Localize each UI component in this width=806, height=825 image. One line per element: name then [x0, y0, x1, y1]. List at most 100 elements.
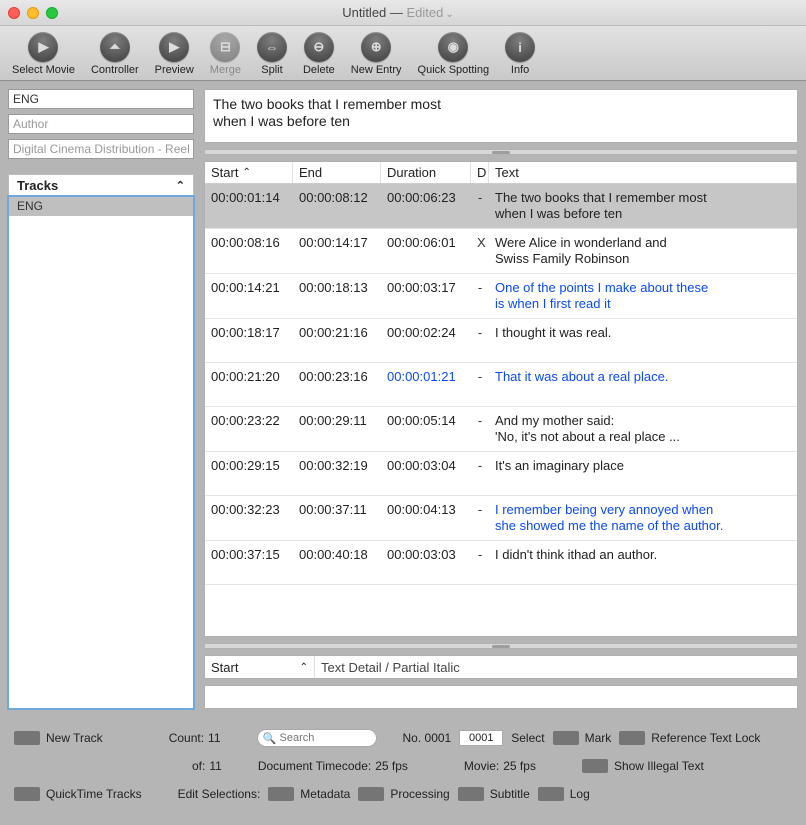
- delete-button[interactable]: ⊖Delete: [297, 32, 341, 76]
- col-end[interactable]: End: [293, 162, 381, 183]
- detail-start-col[interactable]: Start⌃: [205, 656, 315, 678]
- quicktime-tracks-button[interactable]: QuickTime Tracks: [14, 787, 142, 801]
- info-icon: i: [505, 32, 535, 62]
- new-entry-button[interactable]: ⊕New Entry: [345, 32, 408, 76]
- table-row[interactable]: 00:00:37:1500:00:40:1800:00:03:03-I didn…: [205, 541, 797, 585]
- cell-d: -: [471, 502, 489, 517]
- table-row[interactable]: 00:00:08:1600:00:14:1700:00:06:01XWere A…: [205, 229, 797, 274]
- resize-grip[interactable]: [204, 643, 798, 649]
- lock-icon: [619, 731, 645, 745]
- toolbar-label: Controller: [91, 64, 139, 76]
- tracks-list[interactable]: ENG: [8, 196, 194, 709]
- new-track-button[interactable]: New Track: [14, 731, 103, 745]
- split-button[interactable]: ⇔Split: [251, 32, 293, 76]
- minimize-icon[interactable]: [27, 7, 39, 19]
- window-controls: [8, 7, 58, 19]
- cell-end: 00:00:14:17: [293, 235, 381, 250]
- quick-spotting-button[interactable]: ◉Quick Spotting: [412, 32, 496, 76]
- cell-end: 00:00:08:12: [293, 190, 381, 205]
- toolbar-label: Quick Spotting: [418, 64, 490, 76]
- edit-selections-label: Edit Selections:: [178, 787, 261, 801]
- toolbar-label: Info: [511, 64, 529, 76]
- cell-end: 00:00:32:19: [293, 458, 381, 473]
- cell-end: 00:00:23:16: [293, 369, 381, 384]
- reel-id-input[interactable]: Digital Cinema Distribution - Reel ID: [8, 139, 194, 159]
- cell-start: 00:00:23:22: [205, 413, 293, 428]
- metadata-icon: [268, 787, 294, 801]
- table-row[interactable]: 00:00:29:1500:00:32:1900:00:03:04-It's a…: [205, 452, 797, 496]
- cell-d: -: [471, 280, 489, 295]
- toolbar-label: New Entry: [351, 64, 402, 76]
- select-movie-button[interactable]: ▶Select Movie: [6, 32, 81, 76]
- cell-duration: 00:00:03:03: [381, 547, 471, 562]
- maximize-icon[interactable]: [46, 7, 58, 19]
- language-input[interactable]: ENG: [8, 89, 194, 109]
- detail-body[interactable]: [204, 685, 798, 709]
- controller-button[interactable]: ⏶Controller: [85, 32, 145, 76]
- info-button[interactable]: i Info: [499, 32, 541, 76]
- doc-timecode-value: 25 fps: [375, 759, 408, 773]
- of-value: 11: [209, 759, 221, 773]
- film-icon: [14, 787, 40, 801]
- log-button[interactable]: Log: [538, 787, 590, 801]
- number-input[interactable]: 0001: [459, 730, 503, 746]
- mark-button[interactable]: Mark: [553, 731, 612, 745]
- table-row[interactable]: 00:00:01:1400:00:08:1200:00:06:23-The tw…: [205, 184, 797, 229]
- close-icon[interactable]: [8, 7, 20, 19]
- count-label: Count:: [169, 731, 204, 745]
- table-row[interactable]: 00:00:18:1700:00:21:1600:00:02:24-I thou…: [205, 319, 797, 363]
- doc-state: Edited: [407, 5, 444, 20]
- author-input[interactable]: Author: [8, 114, 194, 134]
- detail-text-col[interactable]: Text Detail / Partial Italic: [315, 660, 797, 675]
- show-illegal-text-button[interactable]: Show Illegal Text: [582, 759, 704, 773]
- log-icon: [538, 787, 564, 801]
- col-start[interactable]: Start⌃: [205, 162, 293, 183]
- col-text[interactable]: Text: [489, 162, 797, 183]
- chevron-up-icon[interactable]: ⌃: [176, 179, 185, 192]
- cell-d: -: [471, 413, 489, 428]
- resize-grip[interactable]: [204, 149, 798, 155]
- table-row[interactable]: 00:00:14:2100:00:18:1300:00:03:17-One of…: [205, 274, 797, 319]
- col-duration[interactable]: Duration: [381, 162, 471, 183]
- cell-start: 00:00:29:15: [205, 458, 293, 473]
- window-title: Untitled — Edited⌄: [58, 5, 738, 20]
- cell-d: -: [471, 190, 489, 205]
- doc-name: Untitled: [342, 5, 386, 20]
- cell-end: 00:00:40:18: [293, 547, 381, 562]
- col-d[interactable]: D: [471, 162, 489, 183]
- track-icon: [14, 731, 40, 745]
- mark-icon: [553, 731, 579, 745]
- table-row[interactable]: 00:00:32:2300:00:37:1100:00:04:13-I reme…: [205, 496, 797, 541]
- cell-start: 00:00:21:20: [205, 369, 293, 384]
- cell-d: X: [471, 235, 489, 250]
- tracks-header[interactable]: Tracks ⌃: [8, 174, 194, 196]
- preview-icon: ▶: [159, 32, 189, 62]
- cell-duration: 00:00:06:23: [381, 190, 471, 205]
- track-item[interactable]: ENG: [9, 196, 193, 216]
- movie-value: 25 fps: [503, 759, 536, 773]
- processing-icon: [358, 787, 384, 801]
- cell-start: 00:00:37:15: [205, 547, 293, 562]
- metadata-button[interactable]: Metadata: [268, 787, 350, 801]
- toolbar: ▶Select Movie⏶Controller▶Preview⊟Merge⇔S…: [0, 26, 806, 81]
- toolbar-label: Preview: [155, 64, 194, 76]
- cell-duration: 00:00:03:04: [381, 458, 471, 473]
- subtitle-text-editor[interactable]: The two books that I remember mostwhen I…: [204, 89, 798, 143]
- select-movie-icon: ▶: [28, 32, 58, 62]
- cell-end: 00:00:18:13: [293, 280, 381, 295]
- cell-text: Were Alice in wonderland andSwiss Family…: [489, 235, 797, 267]
- cell-text: I didn't think ithad an author.: [489, 547, 797, 563]
- ref-text-lock-button[interactable]: Reference Text Lock: [619, 731, 760, 745]
- chevron-down-icon[interactable]: ⌄: [445, 9, 453, 20]
- preview-button[interactable]: ▶ Preview: [149, 32, 200, 76]
- grid-body[interactable]: 00:00:01:1400:00:08:1200:00:06:23-The tw…: [205, 184, 797, 636]
- select-label: Select: [511, 731, 544, 745]
- split-icon: ⇔: [257, 32, 287, 62]
- cell-start: 00:00:14:21: [205, 280, 293, 295]
- table-row[interactable]: 00:00:21:2000:00:23:1600:00:01:21-That i…: [205, 363, 797, 407]
- processing-button[interactable]: Processing: [358, 787, 449, 801]
- cell-text: And my mother said:'No, it's not about a…: [489, 413, 797, 445]
- cell-text: I thought it was real.: [489, 325, 797, 341]
- subtitle-button[interactable]: Subtitle: [458, 787, 530, 801]
- table-row[interactable]: 00:00:23:2200:00:29:1100:00:05:14-And my…: [205, 407, 797, 452]
